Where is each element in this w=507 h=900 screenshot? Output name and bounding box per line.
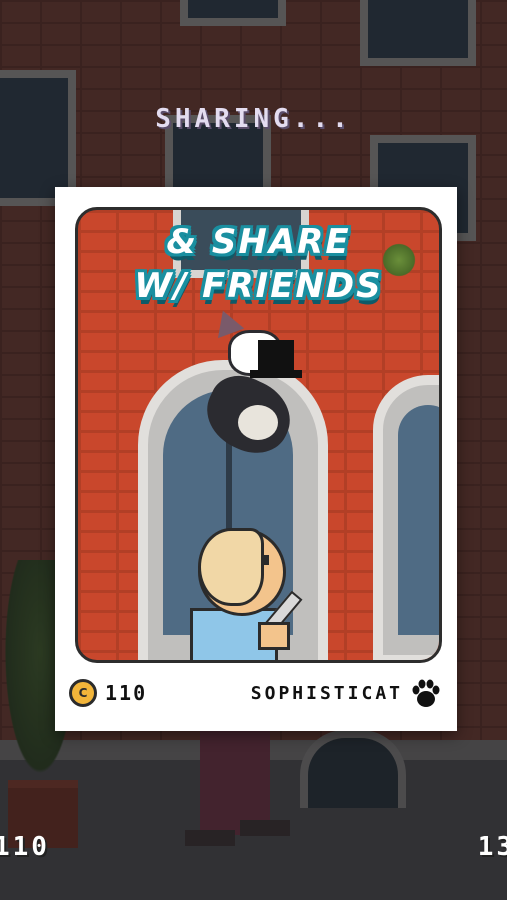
- art-window-glass-right: [398, 405, 439, 635]
- hud-score-right: 13: [477, 832, 507, 862]
- share-card-footer: C 110 SOPHISTICAT: [69, 675, 443, 711]
- sharing-status-text: SHARING...: [155, 104, 352, 134]
- share-title-line1: & SHARE: [166, 222, 351, 262]
- paw-icon: [412, 679, 440, 707]
- boy-hair: [198, 528, 264, 606]
- share-card[interactable]: & SHARE W/ FRIENDS C 110 SOPHISTICAT: [55, 187, 457, 731]
- boy-hand: [258, 622, 290, 650]
- top-hat: [258, 340, 294, 374]
- share-card-artwork: & SHARE W/ FRIENDS: [75, 207, 442, 663]
- cat-name-label: SOPHISTICAT: [251, 677, 443, 709]
- coin-icon: C: [69, 679, 97, 707]
- hud-score-left: 110: [0, 832, 50, 862]
- boy-eye: [262, 555, 269, 565]
- coin-count: C 110: [69, 679, 147, 707]
- top-hat-brim: [250, 370, 302, 378]
- coin-value: 110: [105, 681, 148, 705]
- cat-belly: [238, 405, 278, 440]
- share-title-line2: W/ FRIENDS: [134, 266, 383, 306]
- cat-name: SOPHISTICAT: [250, 682, 403, 704]
